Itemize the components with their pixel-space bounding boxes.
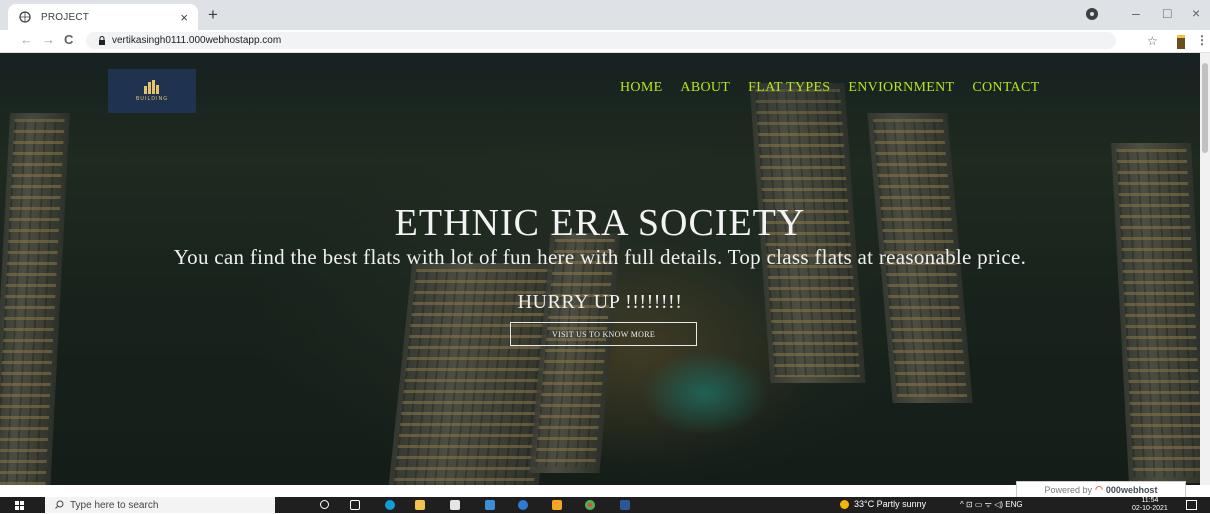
hero-tagline: You can find the best flats with lot of … bbox=[173, 245, 1027, 269]
globe-icon bbox=[18, 10, 32, 24]
nav-contact[interactable]: CONTACT bbox=[972, 80, 1039, 96]
hero-title: ETHNIC ERA SOCIETY bbox=[394, 202, 806, 244]
nav-enviornment[interactable]: ENVIORNMENT bbox=[848, 80, 954, 96]
windows-start-icon[interactable] bbox=[15, 501, 24, 510]
edge-icon[interactable] bbox=[385, 500, 395, 510]
search-placeholder: Type here to search bbox=[70, 499, 159, 511]
chrome-icon[interactable] bbox=[585, 500, 595, 510]
task-view-icon[interactable] bbox=[350, 500, 360, 510]
back-icon[interactable]: ← bbox=[20, 32, 33, 47]
page-scrollbar[interactable] bbox=[1200, 53, 1210, 485]
extension-icon[interactable] bbox=[1177, 35, 1185, 49]
powered-brand: 000webhost bbox=[1105, 484, 1158, 495]
bookmark-star-icon[interactable]: ☆ bbox=[1147, 34, 1158, 48]
url-text: vertikasingh0111.000webhostapp.com bbox=[112, 35, 282, 46]
address-bar: ← → C vertikasingh0111.000webhostapp.com… bbox=[0, 30, 1210, 53]
close-window-button[interactable]: × bbox=[1192, 5, 1200, 21]
new-tab-button[interactable]: + bbox=[208, 6, 218, 24]
nav-about[interactable]: ABOUT bbox=[680, 80, 730, 96]
clock[interactable]: 11:54 02-10-2021 bbox=[1132, 497, 1168, 513]
cortana-icon[interactable] bbox=[320, 500, 329, 509]
forward-icon[interactable]: → bbox=[42, 32, 55, 47]
sublime-icon[interactable] bbox=[552, 500, 562, 510]
tab-title: PROJECT bbox=[41, 11, 90, 23]
reload-icon[interactable]: C bbox=[64, 32, 73, 47]
clock-date: 02-10-2021 bbox=[1132, 505, 1168, 512]
hero-hurry-text: HURRY UP !!!!!!!! bbox=[517, 291, 683, 313]
building-logo-icon bbox=[144, 80, 159, 94]
main-nav: HOME ABOUT FLAT TYPES ENVIORNMENT CONTAC… bbox=[620, 80, 1057, 96]
record-icon[interactable] bbox=[1086, 8, 1098, 20]
nav-flat-types[interactable]: FLAT TYPES bbox=[748, 80, 830, 96]
app-icon[interactable] bbox=[518, 500, 528, 510]
powered-by-badge[interactable]: Powered by ◠ 000webhost bbox=[1016, 481, 1186, 498]
notification-icon[interactable] bbox=[1186, 500, 1197, 510]
file-explorer-icon[interactable] bbox=[415, 500, 425, 510]
taskbar-search[interactable]: Type here to search bbox=[45, 497, 275, 513]
powered-prefix: Powered by bbox=[1044, 484, 1093, 495]
windows-taskbar: Type here to search 33°C Partly sunny ^ … bbox=[0, 497, 1210, 513]
visit-us-button[interactable]: VISIT US TO KNOW MORE bbox=[510, 322, 697, 346]
store-icon[interactable] bbox=[450, 500, 460, 510]
scrollbar-thumb[interactable] bbox=[1202, 63, 1208, 153]
lock-icon bbox=[98, 32, 106, 50]
mail-icon[interactable] bbox=[485, 500, 495, 510]
webhost-logo-icon: ◠ bbox=[1095, 484, 1103, 494]
tab-close-icon[interactable]: × bbox=[180, 10, 188, 25]
word-icon[interactable] bbox=[620, 500, 630, 510]
minimize-button[interactable]: – bbox=[1132, 5, 1140, 21]
system-tray[interactable]: ^ ⊡ ▭ ᯤ ◁) ENG bbox=[960, 499, 1023, 510]
site-logo[interactable]: BUILDING bbox=[108, 69, 196, 113]
clock-time: 11:54 bbox=[1141, 497, 1159, 504]
partly-sunny-icon bbox=[840, 499, 849, 509]
maximize-button[interactable]: □ bbox=[1163, 5, 1171, 21]
url-field[interactable]: vertikasingh0111.000webhostapp.com bbox=[86, 32, 1116, 49]
weather-widget[interactable]: 33°C Partly sunny bbox=[840, 499, 926, 509]
search-icon bbox=[55, 496, 64, 514]
weather-text: 33°C Partly sunny bbox=[854, 499, 927, 509]
browser-menu-icon[interactable]: ⋮ bbox=[1196, 33, 1208, 47]
page-viewport: BUILDING HOME ABOUT FLAT TYPES ENVIORNME… bbox=[0, 53, 1200, 485]
browser-tab-bar: PROJECT × + – □ × bbox=[0, 0, 1210, 30]
nav-home[interactable]: HOME bbox=[620, 80, 662, 96]
logo-text: BUILDING bbox=[135, 96, 169, 102]
browser-tab[interactable]: PROJECT × bbox=[8, 4, 198, 30]
